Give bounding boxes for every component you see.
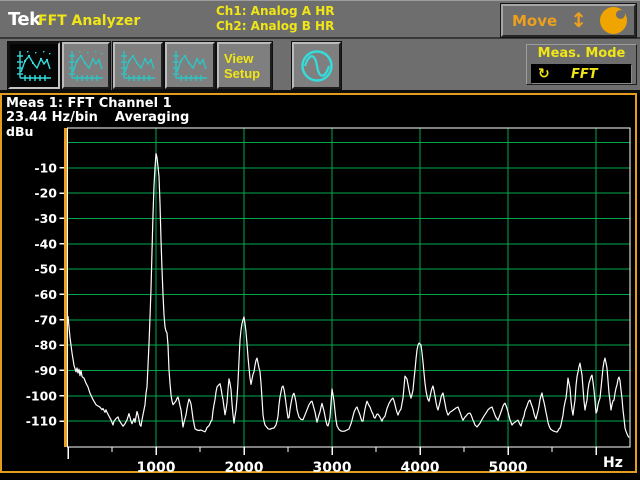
y-axis-unit: dBu xyxy=(6,124,33,139)
acquisition-mode-readout: Averaging xyxy=(115,110,189,125)
signal-source-button[interactable] xyxy=(292,42,341,89)
x-axis-unit: Hz xyxy=(603,455,623,471)
bin-width-readout: 23.44 Hz/bin xyxy=(6,110,98,125)
meas-mode-label: Meas. Mode xyxy=(527,46,636,61)
measurement-info: 23.44 Hz/bin Averaging xyxy=(6,110,189,125)
measurement-title: Meas 1: FFT Channel 1 xyxy=(6,96,172,111)
tek-logo: Tek xyxy=(8,9,41,30)
meas-mode-selector[interactable]: ↻ FFT xyxy=(531,64,632,84)
sine-icon xyxy=(298,47,336,85)
meas-mode-panel: Meas. Mode ↻ FFT xyxy=(526,44,637,85)
cycle-icon: ↻ xyxy=(538,67,550,81)
trace-view-button-4[interactable] xyxy=(165,42,215,89)
view-setup-button[interactable]: View Setup xyxy=(217,42,272,89)
knob-icon[interactable] xyxy=(600,7,627,34)
trace-view-button-1[interactable] xyxy=(8,42,60,89)
meas-mode-value: FFT xyxy=(550,67,631,82)
view-setup-label-line1: View xyxy=(224,51,253,66)
channel-readout: Ch1: Analog A HR Ch2: Analog B HR xyxy=(216,4,334,34)
spectrum-thumbnail-icon xyxy=(171,49,209,83)
trace-view-button-3[interactable] xyxy=(113,42,163,89)
trace-view-button-2[interactable] xyxy=(62,42,110,89)
updown-arrow-icon: ↕ xyxy=(570,10,587,30)
ch1-readout: Ch1: Analog A HR xyxy=(216,4,334,19)
app-title: FFT Analyzer xyxy=(38,13,140,29)
spectrum-thumbnail-icon xyxy=(15,49,53,83)
spectrum-thumbnail-icon xyxy=(119,49,157,83)
spectrum-thumbnail-icon xyxy=(67,49,105,83)
move-label: Move xyxy=(512,12,557,30)
view-setup-label-line2: Setup xyxy=(224,66,260,81)
display-area: Meas 1: FFT Channel 1 23.44 Hz/bin Avera… xyxy=(0,93,637,473)
fft-analyzer-screen: Tek FFT Analyzer Ch1: Analog A HR Ch2: A… xyxy=(0,0,640,480)
ch2-readout: Ch2: Analog B HR xyxy=(216,19,334,34)
title-bar: Tek FFT Analyzer Ch1: Analog A HR Ch2: A… xyxy=(0,0,640,39)
knob-indicator-dot xyxy=(616,10,625,19)
move-control-panel[interactable]: Move ↕ xyxy=(501,4,636,37)
toolbar: View Setup Meas. Mode ↻ FFT xyxy=(0,39,640,93)
